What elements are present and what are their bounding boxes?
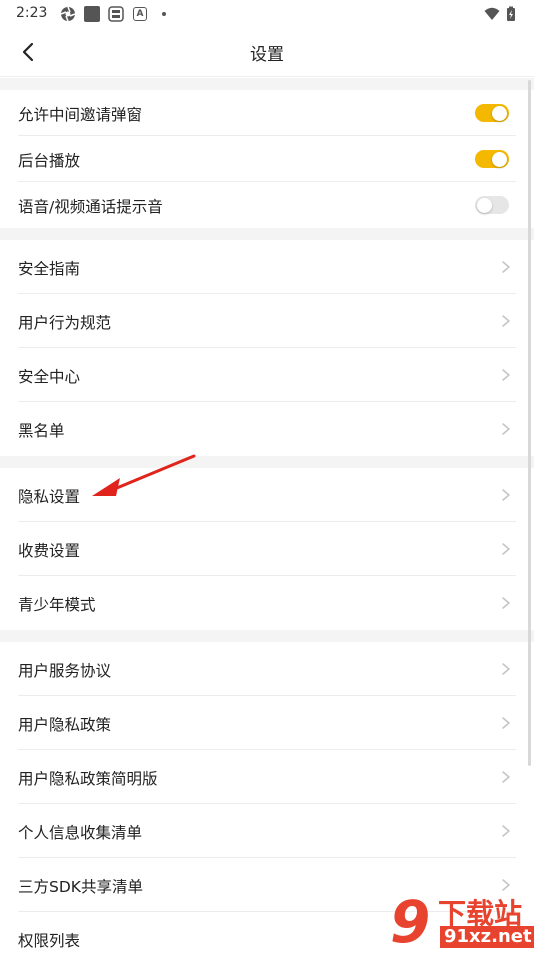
settings-row-label: 安全指南 <box>18 260 81 278</box>
chevron-right-icon <box>502 717 510 729</box>
settings-row[interactable]: 个人信息收集清单 <box>0 804 534 858</box>
chevron-right-icon <box>502 489 510 501</box>
settings-row[interactable]: 用户隐私政策 <box>0 696 534 750</box>
more-notifications-icon <box>162 12 166 16</box>
chevron-right-icon <box>502 663 510 675</box>
title-bar: 设置 <box>0 28 534 77</box>
settings-row[interactable]: 后台播放 <box>0 136 534 182</box>
app-a-icon: A <box>133 7 147 21</box>
wifi-icon <box>484 7 500 20</box>
settings-row[interactable]: 收费设置 <box>0 522 534 576</box>
settings-row-label: 后台播放 <box>18 152 81 170</box>
settings-row-label: 用户行为规范 <box>18 314 112 332</box>
settings-row-label: 安全中心 <box>18 368 81 386</box>
settings-row-label: 黑名单 <box>18 422 65 440</box>
settings-row[interactable]: 允许中间邀请弹窗 <box>0 90 534 136</box>
watermark-url: 91xz.net <box>440 926 534 948</box>
chevron-right-icon <box>502 543 510 555</box>
annotation-arrow <box>92 454 196 496</box>
settings-row[interactable]: 安全指南 <box>0 240 534 294</box>
settings-row[interactable]: 青少年模式 <box>0 576 534 630</box>
chevron-right-icon <box>502 825 510 837</box>
stop-icon <box>84 6 100 22</box>
chevron-right-icon <box>502 261 510 273</box>
toggle-switch[interactable] <box>475 150 509 168</box>
scrollbar[interactable] <box>528 80 531 766</box>
group-separator <box>0 630 534 642</box>
settings-row-label: 青少年模式 <box>18 596 96 614</box>
watermark-digit: 9 <box>390 888 431 956</box>
chevron-right-icon <box>502 315 510 327</box>
settings-row-label: 隐私设置 <box>18 488 81 506</box>
settings-row-label: 收费设置 <box>18 542 81 560</box>
settings-row[interactable]: 隐私设置 <box>0 468 534 522</box>
status-time: 2:23 <box>16 5 48 21</box>
toggle-switch[interactable] <box>475 104 509 122</box>
chevron-right-icon <box>502 771 510 783</box>
settings-row[interactable]: 黑名单 <box>0 402 534 456</box>
battery-icon <box>507 6 515 21</box>
notification-icon <box>108 6 124 22</box>
settings-row-label: 用户隐私政策简明版 <box>18 770 158 788</box>
settings-row[interactable]: 用户行为规范 <box>0 294 534 348</box>
settings-row-label: 允许中间邀请弹窗 <box>18 106 143 124</box>
chevron-right-icon <box>502 423 510 435</box>
status-bar: 2:23 A <box>0 0 534 28</box>
page-title: 设置 <box>250 45 284 65</box>
group-separator <box>0 456 534 468</box>
settings-row-label: 权限列表 <box>18 932 81 950</box>
toggle-knob <box>492 151 507 167</box>
toggle-knob <box>477 197 492 213</box>
watermark-logo: 9 下载站 91xz.net <box>388 888 534 956</box>
settings-row[interactable]: 用户服务协议 <box>0 642 534 696</box>
settings-row[interactable]: 安全中心 <box>0 348 534 402</box>
chevron-right-icon <box>502 369 510 381</box>
settings-row-label: 个人信息收集清单 <box>18 824 143 842</box>
settings-row-label: 用户服务协议 <box>18 662 112 680</box>
chevron-right-icon <box>502 597 510 609</box>
settings-row[interactable]: 用户隐私政策简明版 <box>0 750 534 804</box>
settings-row-label: 用户隐私政策 <box>18 716 112 734</box>
aperture-icon <box>60 6 76 22</box>
group-separator <box>0 228 534 240</box>
settings-row[interactable]: 语音/视频通话提示音 <box>0 182 534 228</box>
settings-row-label: 语音/视频通话提示音 <box>18 198 163 216</box>
settings-row-label: 三方SDK共享清单 <box>18 878 143 896</box>
group-separator <box>0 78 534 90</box>
toggle-knob <box>492 105 507 121</box>
toggle-switch[interactable] <box>475 196 509 214</box>
